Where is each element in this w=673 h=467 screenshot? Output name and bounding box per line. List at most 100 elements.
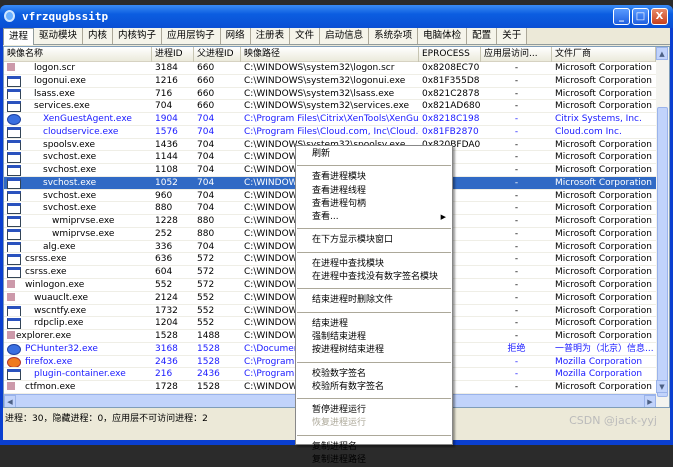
cell-name: logonui.exe bbox=[4, 75, 152, 87]
scroll-left-button[interactable]: ◀ bbox=[4, 395, 16, 407]
menu-item[interactable]: 复制进程路径 bbox=[296, 454, 452, 467]
process-name: winlogon.exe bbox=[25, 280, 85, 291]
menu-item-label: 在下方显示模块窗口 bbox=[312, 235, 394, 246]
cell-pid: 2124 bbox=[155, 292, 178, 303]
process-icon bbox=[7, 356, 21, 368]
table-row[interactable]: logonui.exe 1216 660 C:\WINDOWS\system32\lo… bbox=[4, 75, 656, 88]
cell-access: - bbox=[514, 177, 519, 188]
cell-name: PCHunter32.exe bbox=[4, 343, 152, 355]
tab-9[interactable]: 系统杂项 bbox=[369, 28, 419, 44]
minimize-button[interactable]: _ bbox=[613, 8, 630, 25]
column-header[interactable]: 文件厂商 bbox=[552, 47, 656, 62]
scroll-up-button[interactable]: ▲ bbox=[656, 47, 668, 60]
menu-item-label: 校验数字签名 bbox=[312, 368, 367, 379]
table-row[interactable]: XenGuestAgent.exe 1904 704 C:\Program Files… bbox=[4, 113, 656, 126]
cell-vendor: Cloud.com Inc. bbox=[555, 126, 622, 137]
menu-item[interactable]: 校验所有数字签名 bbox=[296, 381, 452, 394]
menu-item[interactable]: 复制进程名 bbox=[296, 441, 452, 454]
cell-access: - bbox=[514, 216, 519, 227]
menu-item[interactable]: 查看进程句柄 bbox=[296, 198, 452, 211]
cell-ppid: 1528 bbox=[197, 382, 220, 393]
tab-11[interactable]: 配置 bbox=[467, 28, 498, 44]
cell-pid: 1528 bbox=[155, 331, 178, 342]
status-bar: 进程：30，隐藏进程：0，应用层不可访问进程：2 bbox=[5, 414, 208, 424]
cell-vendor: Microsoft Corporation bbox=[555, 63, 652, 73]
tab-8[interactable]: 启动信息 bbox=[320, 28, 370, 44]
column-header[interactable]: 应用层访问... bbox=[481, 47, 552, 62]
cell-ppid: 552 bbox=[197, 318, 215, 329]
menu-item[interactable]: 查看进程线程 bbox=[296, 185, 452, 198]
scroll-thumb[interactable] bbox=[657, 107, 668, 397]
cell-vendor: Microsoft Corporation bbox=[555, 318, 652, 329]
tab-0[interactable]: 进程 bbox=[3, 28, 35, 45]
cell-path: C:\Program Files\Cloud.com, Inc\Cloud.co… bbox=[244, 126, 419, 137]
column-header[interactable]: 映像路径 bbox=[241, 47, 419, 62]
menu-item[interactable]: 刷新 bbox=[296, 148, 452, 161]
tab-12[interactable]: 关于 bbox=[497, 28, 528, 44]
cell-pid: 2436 bbox=[155, 356, 178, 367]
column-header[interactable]: 父进程ID bbox=[194, 47, 241, 62]
tab-4[interactable]: 应用层钩子 bbox=[162, 28, 221, 44]
cell-pid: 216 bbox=[155, 369, 173, 380]
close-button[interactable]: X bbox=[651, 8, 668, 25]
cell-pid: 1204 bbox=[155, 318, 178, 329]
process-icon bbox=[7, 114, 21, 125]
menu-item[interactable]: 在进程中查找没有数字签名模块 bbox=[296, 271, 452, 284]
cell-name: ctfmon.exe bbox=[4, 381, 152, 393]
cell-ppid: 880 bbox=[197, 216, 215, 227]
title-bar[interactable]: vfrzqugbssitp _ □ X bbox=[0, 5, 673, 28]
tab-1[interactable]: 驱动模块 bbox=[34, 28, 84, 44]
menu-separator bbox=[297, 434, 451, 436]
cell-access: 拒绝 bbox=[507, 343, 526, 354]
menu-item-label: 刷新 bbox=[312, 149, 331, 159]
cell-pid: 1144 bbox=[155, 152, 178, 163]
menu-item[interactable]: 在下方显示模块窗口 bbox=[296, 234, 452, 247]
menu-item[interactable]: 恢复进程运行 bbox=[296, 417, 452, 430]
tab-bar: 进程 驱动模块 内核 内核钩子 应用层钩子 网络 注册表 文件 启动信息 系统杂项 电脑体检 配置 关于 bbox=[3, 28, 670, 45]
menu-item[interactable]: 强制结束进程 bbox=[296, 331, 452, 344]
cell-name: svchost.exe bbox=[4, 151, 152, 164]
process-icon bbox=[7, 318, 21, 330]
menu-item[interactable]: 在进程中查找模块 bbox=[296, 258, 452, 271]
table-row[interactable]: cloudservice.exe 1576 704 C:\Program Files\… bbox=[4, 126, 656, 139]
column-header[interactable]: EPROCESS bbox=[419, 47, 481, 62]
cell-vendor: Microsoft Corporation bbox=[555, 177, 652, 188]
menu-item[interactable]: 查看... ▶ bbox=[296, 211, 452, 224]
process-icon bbox=[7, 280, 15, 289]
scroll-down-button[interactable]: ▼ bbox=[656, 380, 668, 393]
menu-item[interactable]: 暂停进程运行 bbox=[296, 404, 452, 417]
process-name: plugin-container.exe bbox=[34, 369, 126, 380]
tab-7[interactable]: 文件 bbox=[290, 28, 321, 44]
tab-5[interactable]: 网络 bbox=[220, 28, 251, 44]
menu-item[interactable]: 结束进程时删除文件 bbox=[296, 294, 452, 307]
menu-item[interactable]: 查看进程模块 bbox=[296, 171, 452, 184]
cell-pid: 1904 bbox=[155, 114, 178, 125]
scroll-right-button[interactable]: ▶ bbox=[644, 395, 656, 407]
cell-name: cloudservice.exe bbox=[4, 126, 152, 138]
cell-ppid: 880 bbox=[197, 228, 215, 239]
cell-access: - bbox=[514, 254, 519, 265]
cell-access: - bbox=[514, 203, 519, 214]
menu-item[interactable]: 按进程树结束进程 bbox=[296, 344, 452, 357]
cell-ppid: 572 bbox=[197, 254, 215, 265]
tab-6[interactable]: 注册表 bbox=[250, 28, 291, 44]
table-row[interactable]: lsass.exe 716 660 C:\WINDOWS\system32\lsass… bbox=[4, 88, 656, 101]
cell-access: - bbox=[514, 267, 519, 278]
table-row[interactable]: services.exe 704 660 C:\WINDOWS\system32\se… bbox=[4, 100, 656, 114]
column-header[interactable]: 进程ID bbox=[152, 47, 194, 62]
cell-path: C:\WINDOWS\system32\logon.scr bbox=[244, 63, 395, 73]
cell-eprocess: 0x8218C198 bbox=[422, 114, 480, 125]
maximize-button[interactable]: □ bbox=[632, 8, 649, 25]
tab-2[interactable]: 内核 bbox=[83, 28, 114, 44]
table-row[interactable]: logon.scr 3184 660 C:\WINDOWS\system32\logo… bbox=[4, 62, 656, 75]
column-header[interactable]: 映像名称 bbox=[4, 47, 152, 62]
cell-ppid: 704 bbox=[197, 203, 215, 214]
cell-pid: 552 bbox=[155, 280, 173, 291]
tab-3[interactable]: 内核钩子 bbox=[113, 28, 163, 44]
cell-name: alg.exe bbox=[4, 241, 152, 253]
menu-item[interactable]: 校验数字签名 bbox=[296, 368, 452, 381]
menu-separator bbox=[297, 311, 451, 313]
tab-10[interactable]: 电脑体检 bbox=[418, 28, 468, 44]
vertical-scrollbar[interactable]: ▲ ▼ bbox=[656, 47, 669, 407]
menu-item[interactable]: 结束进程 bbox=[296, 318, 452, 331]
